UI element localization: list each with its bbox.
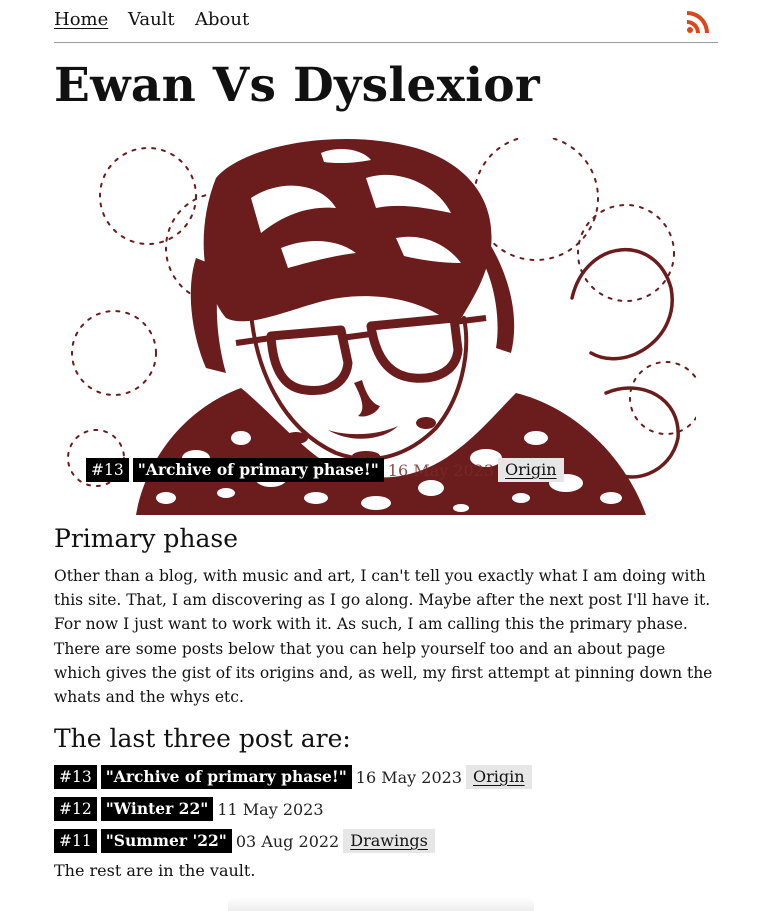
post-list: #13 "Archive of primary phase!" 16 May 2… xyxy=(54,761,718,857)
post-item[interactable]: #13 "Archive of primary phase!" 16 May 2… xyxy=(54,761,718,793)
post-item[interactable]: #12 "Winter 22" 11 May 2023 xyxy=(54,793,718,825)
hero-caption: #13 "Archive of primary phase!" 16 May 2… xyxy=(86,458,564,482)
nav-home-link[interactable]: Home xyxy=(54,9,108,30)
section-heading: Primary phase xyxy=(54,524,239,553)
page: Home Vault About Ewan Vs Dyslexior #13 "… xyxy=(54,0,718,880)
rest-in-vault-text: The rest are in the vault. xyxy=(54,861,256,880)
last-posts-heading: The last three post are: xyxy=(54,724,351,753)
post-title[interactable]: "Winter 22" xyxy=(100,797,214,821)
hero-post-date: 16 May 2023 xyxy=(387,460,494,480)
post-date: 03 Aug 2022 xyxy=(235,831,340,851)
hero-post-tag[interactable]: Origin xyxy=(498,458,564,482)
top-nav: Home Vault About xyxy=(54,0,718,43)
hero-post-title[interactable]: "Archive of primary phase!" xyxy=(132,458,384,482)
post-item[interactable]: #11 "Summer '22" 03 Aug 2022 Drawings xyxy=(54,825,718,857)
hero-post[interactable]: #13 "Archive of primary phase!" 16 May 2… xyxy=(66,138,696,515)
hero-post-number: #13 xyxy=(86,458,129,482)
section-body: Other than a blog, with music and art, I… xyxy=(54,567,713,707)
post-date: 16 May 2023 xyxy=(355,767,462,787)
post-number: #11 xyxy=(54,829,97,853)
post-date: 11 May 2023 xyxy=(217,799,324,819)
post-title[interactable]: "Summer '22" xyxy=(100,829,232,853)
post-tag[interactable]: Drawings xyxy=(343,829,435,853)
post-tag[interactable]: Origin xyxy=(466,765,532,789)
post-title[interactable]: "Archive of primary phase!" xyxy=(100,765,352,789)
rss-feed-icon[interactable] xyxy=(686,10,710,34)
post-number: #12 xyxy=(54,797,97,821)
nav-about-link[interactable]: About xyxy=(195,9,249,30)
nav-vault-link[interactable]: Vault xyxy=(128,9,175,30)
post-number: #13 xyxy=(54,765,97,789)
site-title: Ewan Vs Dyslexior xyxy=(54,58,540,113)
